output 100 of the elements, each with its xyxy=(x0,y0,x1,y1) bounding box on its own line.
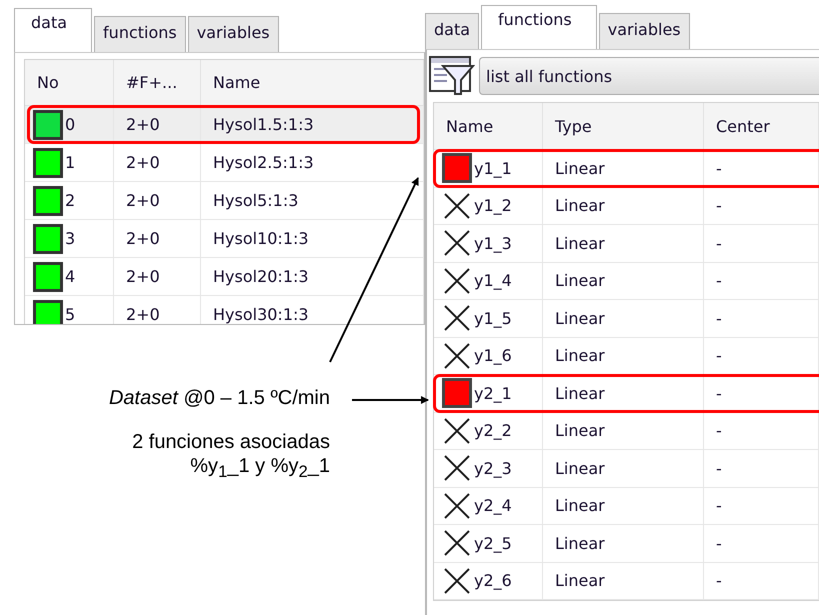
table-cell: y2_3 xyxy=(474,458,512,478)
table-row[interactable]: y2_3 Linear - xyxy=(434,450,819,488)
cross-icon[interactable] xyxy=(442,228,472,258)
table-cell: y1_2 xyxy=(474,196,512,216)
table-row[interactable]: 4 2+0 Hysol20:1:3 xyxy=(25,258,424,296)
table-cell: 5 xyxy=(65,305,76,324)
column-header[interactable]: Name xyxy=(201,60,424,105)
table-cell: Linear xyxy=(543,338,704,374)
annotation-note: 2 funciones asociadas xyxy=(131,430,330,454)
cross-icon[interactable] xyxy=(442,566,472,596)
table-cell: Hysol2.5:1:3 xyxy=(201,144,424,181)
table-cell: - xyxy=(704,188,819,224)
table-cell: Linear xyxy=(543,188,704,224)
table-cell: Linear xyxy=(543,488,704,524)
plot-square-icon[interactable] xyxy=(442,153,472,184)
tab[interactable]: data xyxy=(425,13,480,49)
plot-square-icon[interactable] xyxy=(442,378,472,408)
table-cell: y1_3 xyxy=(474,234,512,253)
table-cell: - xyxy=(704,225,819,262)
tab[interactable]: functions xyxy=(481,5,597,49)
status-square-icon xyxy=(33,110,63,140)
table-cell: Hysol1.5:1:3 xyxy=(201,106,424,143)
table-cell: - xyxy=(704,525,819,562)
status-square-icon xyxy=(33,186,63,216)
table-cell: Hysol20:1:3 xyxy=(201,258,424,295)
table-row[interactable]: y1_3 Linear - xyxy=(434,225,819,262)
table-cell: y2_6 xyxy=(474,571,512,590)
table-cell: - xyxy=(704,412,819,449)
cross-icon[interactable] xyxy=(442,416,472,446)
table-cell: - xyxy=(704,150,819,186)
table-cell: 2+0 xyxy=(114,144,201,181)
table-cell: 3 xyxy=(65,229,76,248)
table-cell: 0 xyxy=(65,115,76,134)
table-cell: Linear xyxy=(543,412,704,449)
table-cell: Linear xyxy=(543,150,704,186)
table-row[interactable]: y1_5 Linear - xyxy=(434,300,819,338)
column-header[interactable]: Center xyxy=(704,103,819,149)
table-row[interactable]: y1_6 Linear - xyxy=(434,338,819,375)
table-row[interactable]: 0 2+0 Hysol1.5:1:3 xyxy=(25,106,424,144)
table-row[interactable]: y1_1 Linear - xyxy=(434,150,819,188)
table-cell: Linear xyxy=(543,450,704,486)
table-row[interactable]: y2_2 Linear - xyxy=(434,412,819,450)
table-cell: Hysol30:1:3 xyxy=(201,296,424,324)
table-cell: y1_4 xyxy=(474,271,512,290)
table-cell: Linear xyxy=(543,562,704,599)
status-square-icon xyxy=(33,148,63,178)
column-header[interactable]: Type xyxy=(543,103,704,149)
table-row[interactable]: 1 2+0 Hysol2.5:1:3 xyxy=(25,144,424,182)
table-row[interactable]: y2_6 Linear - xyxy=(434,562,819,600)
table-row[interactable]: y1_4 Linear - xyxy=(434,262,819,300)
table-cell: y1_5 xyxy=(474,308,512,328)
table-cell: 2 xyxy=(65,191,76,210)
table-cell: y2_5 xyxy=(474,534,512,553)
table-row[interactable]: y2_1 Linear - xyxy=(434,375,819,412)
table-row[interactable]: y1_2 Linear - xyxy=(434,188,819,225)
tab[interactable]: variables xyxy=(188,16,279,52)
table-cell: y2_1 xyxy=(474,384,512,403)
tab[interactable]: data xyxy=(14,8,92,52)
table-row[interactable]: y2_4 Linear - xyxy=(434,488,819,525)
status-square-icon xyxy=(33,262,63,292)
table-cell: Hysol10:1:3 xyxy=(201,220,424,257)
column-header[interactable]: Name xyxy=(434,103,543,149)
table-cell: - xyxy=(704,450,819,486)
cross-icon[interactable] xyxy=(442,303,472,334)
table-cell: Linear xyxy=(543,525,704,562)
table-cell: 2+0 xyxy=(114,296,201,324)
cross-icon[interactable] xyxy=(442,490,472,521)
table-cell: - xyxy=(704,488,819,524)
cross-icon[interactable] xyxy=(442,266,472,296)
table-cell: 2+0 xyxy=(114,182,201,219)
cross-icon[interactable] xyxy=(442,190,472,221)
column-header[interactable]: No xyxy=(25,60,114,105)
table-cell: - xyxy=(704,562,819,599)
table-cell: Hysol5:1:3 xyxy=(201,182,424,219)
cross-icon[interactable] xyxy=(442,453,472,484)
annotation-note: %y$_{1}$_1 y %y$_{2}$_1 xyxy=(189,454,330,482)
cross-icon[interactable] xyxy=(442,340,472,371)
table-cell: 2+0 xyxy=(114,220,201,257)
status-square-icon xyxy=(33,300,63,324)
table-cell: 2+0 xyxy=(114,258,201,295)
table-cell: - xyxy=(704,300,819,336)
table-cell: y1_6 xyxy=(474,346,512,366)
table-row[interactable]: 3 2+0 Hysol10:1:3 xyxy=(25,220,424,258)
column-header[interactable]: #F+... xyxy=(114,60,201,105)
table-cell: Linear xyxy=(543,375,704,412)
status-square-icon xyxy=(33,224,63,254)
table-row[interactable]: 2 2+0 Hysol5:1:3 xyxy=(25,182,424,220)
table-cell: Linear xyxy=(543,225,704,262)
filter-dropdown[interactable]: list all functions xyxy=(479,57,819,95)
table-cell: - xyxy=(704,338,819,374)
tab[interactable]: variables xyxy=(598,13,690,49)
table-cell: - xyxy=(704,375,819,412)
table-cell: y2_2 xyxy=(474,421,512,440)
table-cell: y2_4 xyxy=(474,496,512,516)
table-row[interactable]: y2_5 Linear - xyxy=(434,525,819,562)
table-cell: y1_1 xyxy=(474,158,512,178)
table-cell: 4 xyxy=(65,267,76,286)
tab[interactable]: functions xyxy=(94,16,186,52)
cross-icon[interactable] xyxy=(442,528,472,558)
table-cell: 1 xyxy=(65,153,76,172)
